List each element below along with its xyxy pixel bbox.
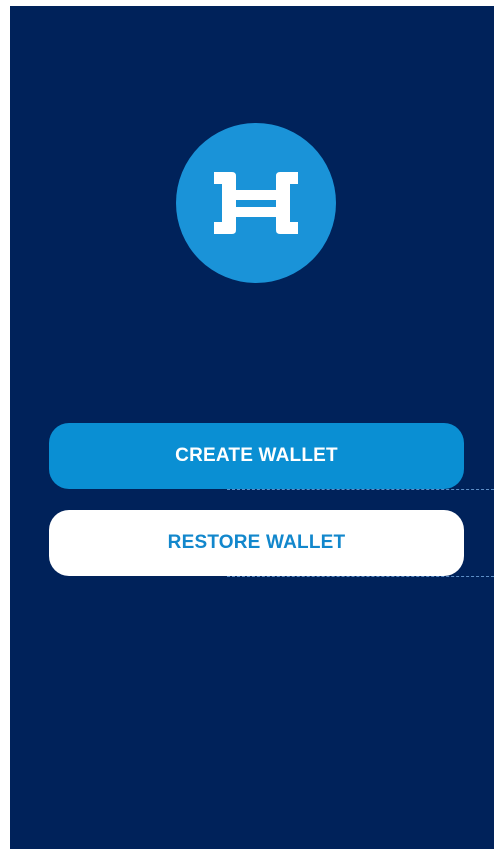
restore-wallet-button[interactable]: RESTORE WALLET [49,510,464,576]
create-wallet-button[interactable]: CREATE WALLET [49,423,464,489]
dashed-guide-line [227,576,494,577]
create-wallet-label: CREATE WALLET [175,445,338,466]
restore-wallet-label: RESTORE WALLET [167,532,346,553]
dashed-guide-line [227,489,494,490]
app-logo [176,123,336,283]
hashgraph-h-icon [214,172,298,234]
wallet-welcome-screen: CREATE WALLET RESTORE WALLET [10,6,494,849]
